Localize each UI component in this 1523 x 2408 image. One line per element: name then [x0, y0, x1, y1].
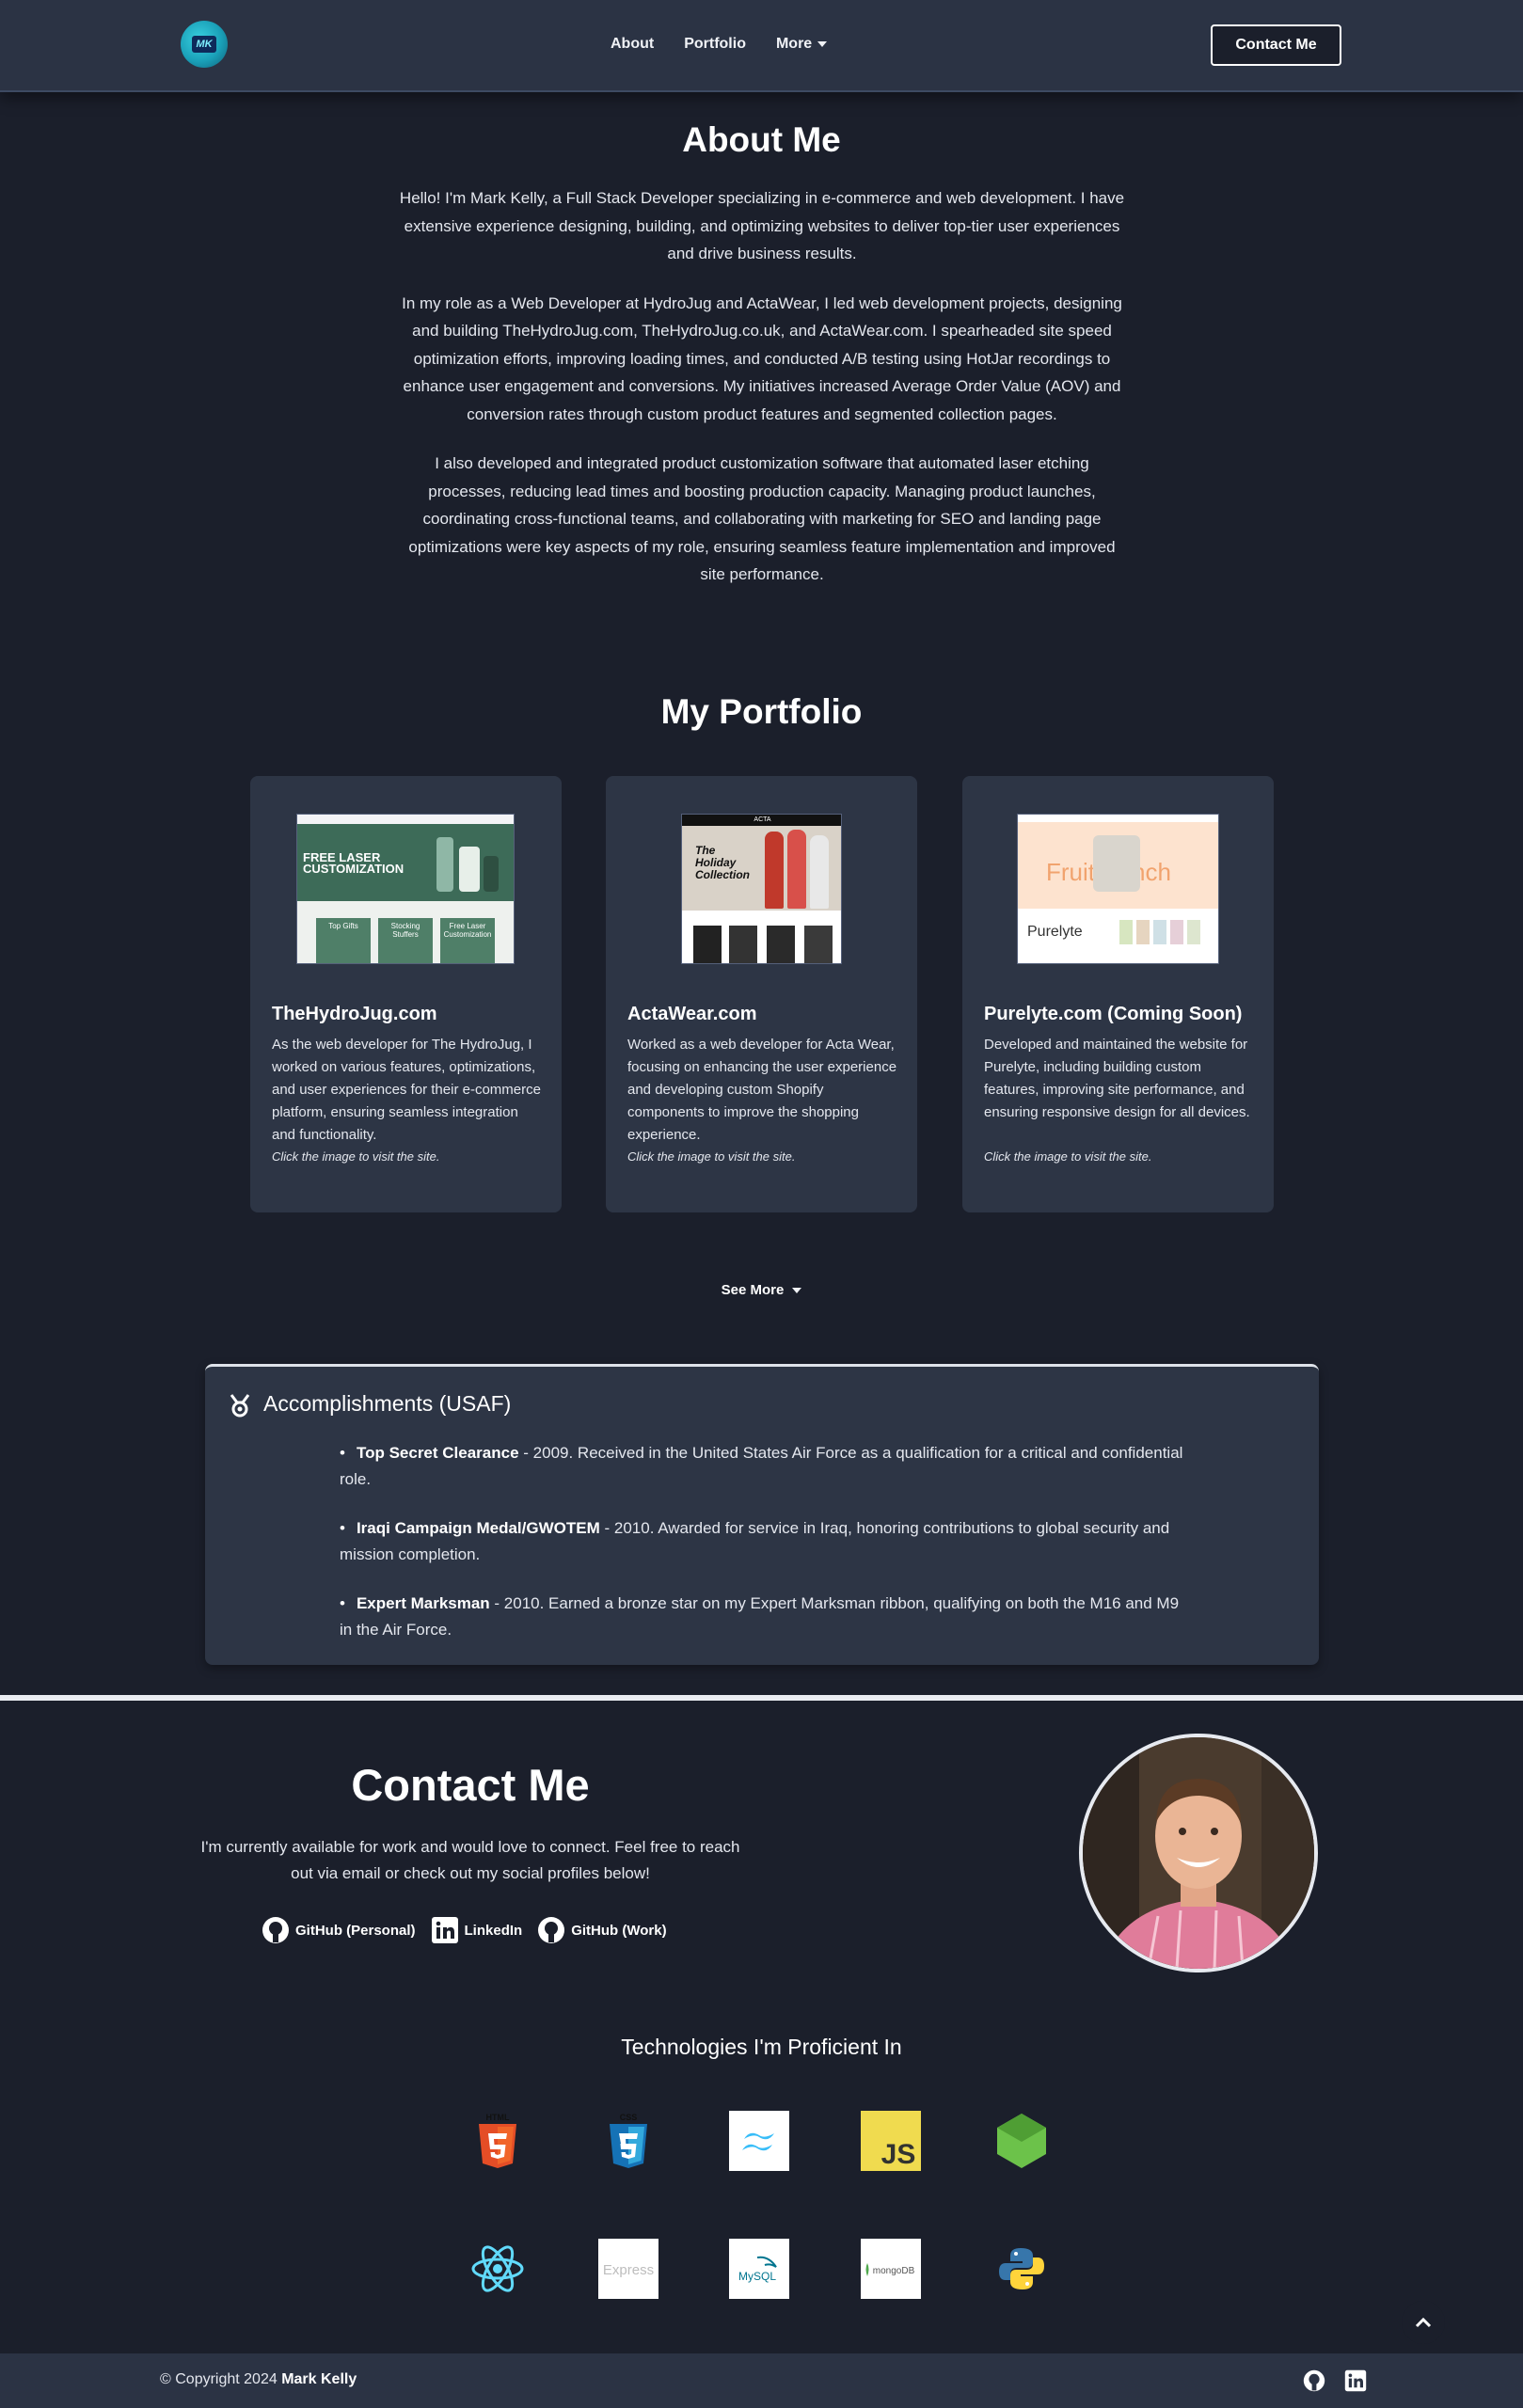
accomplishment-name: Iraqi Campaign Medal/GWOTEM — [356, 1519, 600, 1537]
contact-title: Contact Me — [351, 1760, 590, 1810]
see-more-label: See More — [721, 1282, 785, 1298]
portfolio-title: My Portfolio — [660, 692, 863, 731]
copyright-text: © Copyright 2024 — [160, 2371, 282, 2387]
back-to-top-button[interactable] — [1402, 2301, 1445, 2344]
card-title: TheHydroJug.com — [272, 1004, 437, 1024]
js-label: JS — [881, 2139, 916, 2170]
nav-link-portfolio[interactable]: Portfolio — [684, 36, 746, 53]
hydrojug-tile: Top Gifts — [316, 918, 371, 963]
html5-icon: HTML — [468, 2111, 528, 2171]
card-hint: Click the image to visit the site. — [627, 1149, 796, 1164]
copyright-name: Mark Kelly — [281, 2371, 357, 2387]
section-divider — [0, 1695, 1523, 1701]
card-title: ActaWear.com — [627, 1004, 757, 1024]
card-hint: Click the image to visit the site. — [984, 1149, 1152, 1164]
react-icon — [468, 2239, 528, 2299]
top-navbar: MK About Portfolio More Contact Me — [0, 0, 1523, 92]
contact-me-button[interactable]: Contact Me — [1211, 24, 1341, 66]
linkedin-link[interactable]: LinkedIn — [431, 1916, 523, 1944]
card-description: Worked as a web developer for Acta Wear,… — [627, 1037, 897, 1143]
card-title: Purelyte.com (Coming Soon) — [984, 1004, 1243, 1024]
mysql-label: MySQL — [738, 2270, 776, 2283]
accomplishments-list: Top Secret Clearance - 2009. Received in… — [340, 1440, 1186, 1666]
hydrojug-tile: Free Laser Customization — [440, 918, 495, 963]
list-item: Expert Marksman - 2010. Earned a bronze … — [340, 1591, 1186, 1643]
copyright: © Copyright 2024 Mark Kelly — [160, 2371, 357, 2388]
javascript-icon: JS — [861, 2111, 921, 2171]
github-work-label: GitHub (Work) — [571, 1922, 667, 1939]
nodejs-icon — [992, 2111, 1052, 2171]
actawear-screenshot[interactable]: ACTA The Holiday Collection — [681, 814, 842, 964]
avatar — [1079, 1734, 1318, 1972]
hydrojug-thumb-headline: FREE LASER CUSTOMIZATION — [303, 850, 405, 876]
medal-icon — [228, 1393, 252, 1422]
nav-more-label: More — [775, 36, 813, 52]
github-icon — [262, 1917, 289, 1943]
accomplishments-panel: Accomplishments (USAF) Top Secret Cleara… — [205, 1364, 1319, 1665]
accomplishment-name: Top Secret Clearance — [356, 1444, 519, 1462]
site-logo[interactable]: MK — [181, 21, 228, 68]
python-icon — [992, 2239, 1052, 2299]
logo-mark: MK — [192, 36, 216, 53]
css3-icon: CSS — [598, 2111, 658, 2171]
html-label: HTML — [486, 2113, 510, 2122]
express-icon: Express — [598, 2239, 658, 2299]
github-personal-label: GitHub (Personal) — [295, 1922, 416, 1939]
about-title: About Me — [682, 120, 841, 159]
technologies-title: Technologies I'm Proficient In — [621, 2035, 902, 2059]
accomplishments-title: Accomplishments (USAF) — [263, 1391, 512, 1416]
github-work-link[interactable]: GitHub (Work) — [537, 1916, 667, 1944]
mongodb-label: mongoDB — [873, 2266, 915, 2276]
chevron-down-icon — [792, 1288, 802, 1294]
express-label: Express — [603, 2262, 654, 2278]
card-description: Developed and maintained the website for… — [984, 1037, 1250, 1120]
list-item: Iraqi Campaign Medal/GWOTEM - 2010. Awar… — [340, 1515, 1186, 1568]
footer: © Copyright 2024 Mark Kelly — [0, 2353, 1523, 2408]
mongodb-icon: mongoDB — [861, 2239, 921, 2299]
linkedin-icon — [431, 1917, 458, 1943]
tailwind-icon — [729, 2111, 789, 2171]
github-icon — [538, 1917, 565, 1943]
social-links: GitHub (Personal) LinkedIn GitHub (Work) — [262, 1916, 667, 1944]
nav-link-about[interactable]: About — [611, 36, 654, 53]
see-more-button[interactable]: See More — [0, 1282, 1523, 1298]
card-hint: Click the image to visit the site. — [272, 1149, 440, 1164]
card-description: As the web developer for The HydroJug, I… — [272, 1037, 541, 1143]
linkedin-icon[interactable] — [1344, 2369, 1367, 2392]
list-item: Top Secret Clearance - 2009. Received in… — [340, 1440, 1186, 1493]
nav-links: About Portfolio More — [611, 36, 828, 53]
chevron-down-icon — [817, 40, 828, 47]
portfolio-card-actawear: ACTA The Holiday Collection ActaWear.com… — [606, 776, 917, 1212]
contact-text: I'm currently available for work and wou… — [200, 1838, 740, 1882]
portfolio-card-hydrojug: FREE LASER CUSTOMIZATION Top Gifts Stock… — [250, 776, 562, 1212]
purelyte-thumb-brand: Purelyte — [1027, 924, 1083, 940]
chevron-up-icon — [1415, 2317, 1432, 2328]
about-paragraph: Hello! I'm Mark Kelly, a Full Stack Deve… — [399, 189, 1125, 262]
purelyte-screenshot[interactable]: Fruit Punch Purelyte — [1017, 814, 1219, 964]
footer-social-icons — [1303, 2369, 1367, 2392]
about-paragraph: In my role as a Web Developer at HydroJu… — [402, 293, 1122, 423]
github-personal-link[interactable]: GitHub (Personal) — [262, 1916, 416, 1944]
hydrojug-screenshot[interactable]: FREE LASER CUSTOMIZATION Top Gifts Stock… — [296, 814, 515, 964]
linkedin-label: LinkedIn — [464, 1922, 523, 1939]
about-body: Hello! I'm Mark Kelly, a Full Stack Deve… — [395, 184, 1129, 610]
mysql-icon: MySQL — [729, 2239, 789, 2299]
accomplishment-name: Expert Marksman — [356, 1594, 490, 1612]
nav-link-more[interactable]: More — [775, 36, 828, 53]
hydrojug-tile: Stocking Stuffers — [378, 918, 433, 963]
css-label: CSS — [620, 2113, 638, 2122]
portfolio-card-purelyte: Fruit Punch Purelyte Purelyte.com (Comin… — [962, 776, 1274, 1212]
github-icon[interactable] — [1303, 2369, 1325, 2392]
actawear-thumb-headline: The Holiday Collection — [695, 844, 751, 881]
about-paragraph: I also developed and integrated product … — [408, 454, 1116, 583]
actawear-thumb-brand: ACTA — [682, 815, 841, 826]
